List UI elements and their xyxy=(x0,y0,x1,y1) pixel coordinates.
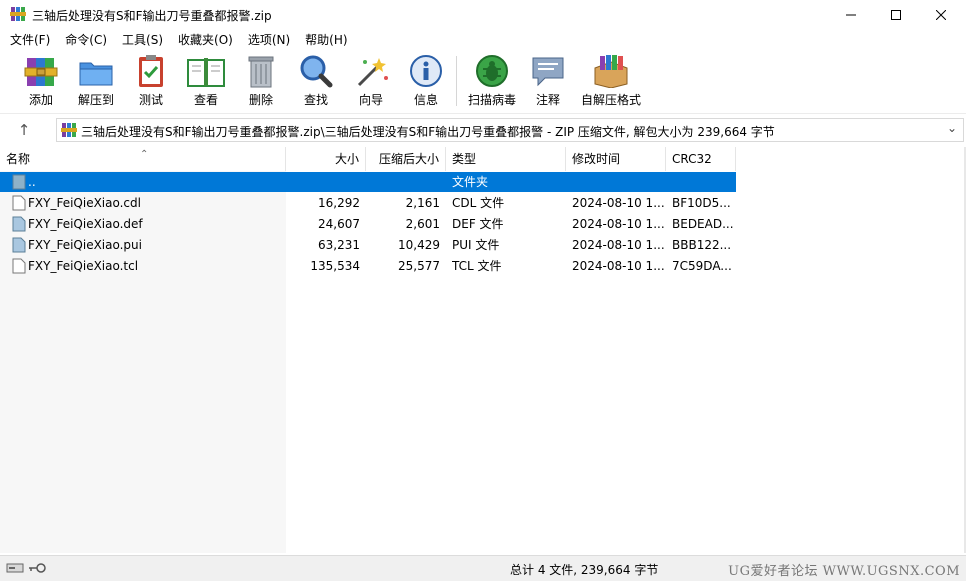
settings-file-icon xyxy=(12,237,26,253)
menu-commands[interactable]: 命令(C) xyxy=(55,30,112,50)
minimize-icon xyxy=(846,14,856,16)
menu-options[interactable]: 选项(N) xyxy=(238,30,295,50)
menu-help[interactable]: 帮助(H) xyxy=(295,30,352,50)
menu-tools[interactable]: 工具(S) xyxy=(112,30,168,50)
arrow-up-icon: ↑ xyxy=(17,121,31,139)
view-button[interactable]: 查看 xyxy=(178,54,234,110)
file-icon xyxy=(12,195,26,211)
chevron-down-icon[interactable]: ⌄ xyxy=(947,121,957,135)
address-path-field[interactable]: 三轴后处理没有S和F输出刀号重叠都报警.zip\三轴后处理没有S和F输出刀号重叠… xyxy=(56,118,964,142)
archive-add-icon xyxy=(24,58,58,86)
info-button[interactable]: 信息 xyxy=(398,54,454,110)
column-header-size[interactable]: 大小 xyxy=(286,147,366,171)
column-header-packed[interactable]: 压缩后大小 xyxy=(366,147,446,171)
sfx-box-icon xyxy=(594,55,628,88)
table-row[interactable]: FXY_FeiQieXiao.tcl 135,534 25,577 TCL 文件… xyxy=(0,256,736,276)
column-header-name[interactable]: 名称 ⌃ xyxy=(0,147,286,171)
comment-button[interactable]: 注释 xyxy=(520,54,576,110)
clipboard-check-icon xyxy=(139,55,163,87)
table-row-parent[interactable]: .. 文件夹 xyxy=(0,172,736,192)
add-button[interactable]: 添加 xyxy=(13,54,69,110)
column-header-type[interactable]: 类型 xyxy=(446,147,566,171)
column-header: 名称 ⌃ 大小 压缩后大小 类型 修改时间 CRC32 xyxy=(0,147,964,171)
book-icon xyxy=(187,58,225,87)
toolbar: 添加 解压到 测试 查看 删除 查找 向导 信息 扫描病毒 注释 自解压格式 xyxy=(0,50,966,114)
virus-scan-button[interactable]: 扫描病毒 xyxy=(462,54,522,110)
magnifier-icon xyxy=(300,55,333,88)
find-button[interactable]: 查找 xyxy=(288,54,344,110)
status-summary: 总计 4 文件, 239,664 字节 xyxy=(510,563,659,577)
key-icon xyxy=(29,563,46,573)
info-icon xyxy=(410,55,442,87)
menu-file[interactable]: 文件(F) xyxy=(0,30,55,50)
delete-button[interactable]: 删除 xyxy=(233,54,289,110)
column-header-modified[interactable]: 修改时间 xyxy=(566,147,666,171)
virus-bug-icon xyxy=(476,55,508,87)
table-row[interactable]: FXY_FeiQieXiao.def 24,607 2,601 DEF 文件 2… xyxy=(0,214,736,234)
test-button[interactable]: 测试 xyxy=(123,54,179,110)
settings-file-icon xyxy=(12,216,26,232)
wizard-button[interactable]: 向导 xyxy=(343,54,399,110)
title-bar: 三轴后处理没有S和F输出刀号重叠都报警.zip xyxy=(0,0,966,30)
watermark-text: UG爱好者论坛 WWW.UGSNX.COM xyxy=(728,564,960,579)
toolbar-separator xyxy=(456,56,457,106)
up-folder-button[interactable]: ↑ xyxy=(10,120,38,142)
magic-wand-icon xyxy=(357,58,388,87)
status-bar: 总计 4 文件, 239,664 字节 UG爱好者论坛 WWW.UGSNX.CO… xyxy=(0,555,966,581)
extract-to-button[interactable]: 解压到 xyxy=(68,54,124,110)
folder-extract-icon xyxy=(79,62,113,86)
menu-bar: 文件(F) 命令(C) 工具(S) 收藏夹(O) 选项(N) 帮助(H) xyxy=(0,30,966,50)
column-header-crc[interactable]: CRC32 xyxy=(666,147,736,171)
menu-favorites[interactable]: 收藏夹(O) xyxy=(168,30,238,50)
zip-archive-icon xyxy=(61,123,77,137)
file-list: 名称 ⌃ 大小 压缩后大小 类型 修改时间 CRC32 .. 文件夹 FXY_F… xyxy=(0,147,964,553)
trash-icon xyxy=(248,56,274,88)
close-icon xyxy=(936,10,946,20)
maximize-button[interactable] xyxy=(873,0,919,30)
winrar-icon xyxy=(10,7,26,21)
sort-ascending-icon: ⌃ xyxy=(140,149,149,160)
close-button[interactable] xyxy=(918,0,964,30)
address-bar: ↑ 三轴后处理没有S和F输出刀号重叠都报警.zip\三轴后处理没有S和F输出刀号… xyxy=(0,116,966,144)
table-row[interactable]: FXY_FeiQieXiao.pui 63,231 10,429 PUI 文件 … xyxy=(0,235,736,255)
address-path-text: 三轴后处理没有S和F输出刀号重叠都报警.zip\三轴后处理没有S和F输出刀号重叠… xyxy=(81,125,775,139)
folder-up-icon xyxy=(12,174,26,190)
drive-icon xyxy=(6,563,24,573)
file-icon xyxy=(12,258,26,274)
maximize-icon xyxy=(891,10,901,20)
comment-icon xyxy=(532,57,564,87)
minimize-button[interactable] xyxy=(828,0,874,30)
sfx-button[interactable]: 自解压格式 xyxy=(580,54,642,110)
table-row[interactable]: FXY_FeiQieXiao.cdl 16,292 2,161 CDL 文件 2… xyxy=(0,193,736,213)
window-title: 三轴后处理没有S和F输出刀号重叠都报警.zip xyxy=(32,9,272,23)
